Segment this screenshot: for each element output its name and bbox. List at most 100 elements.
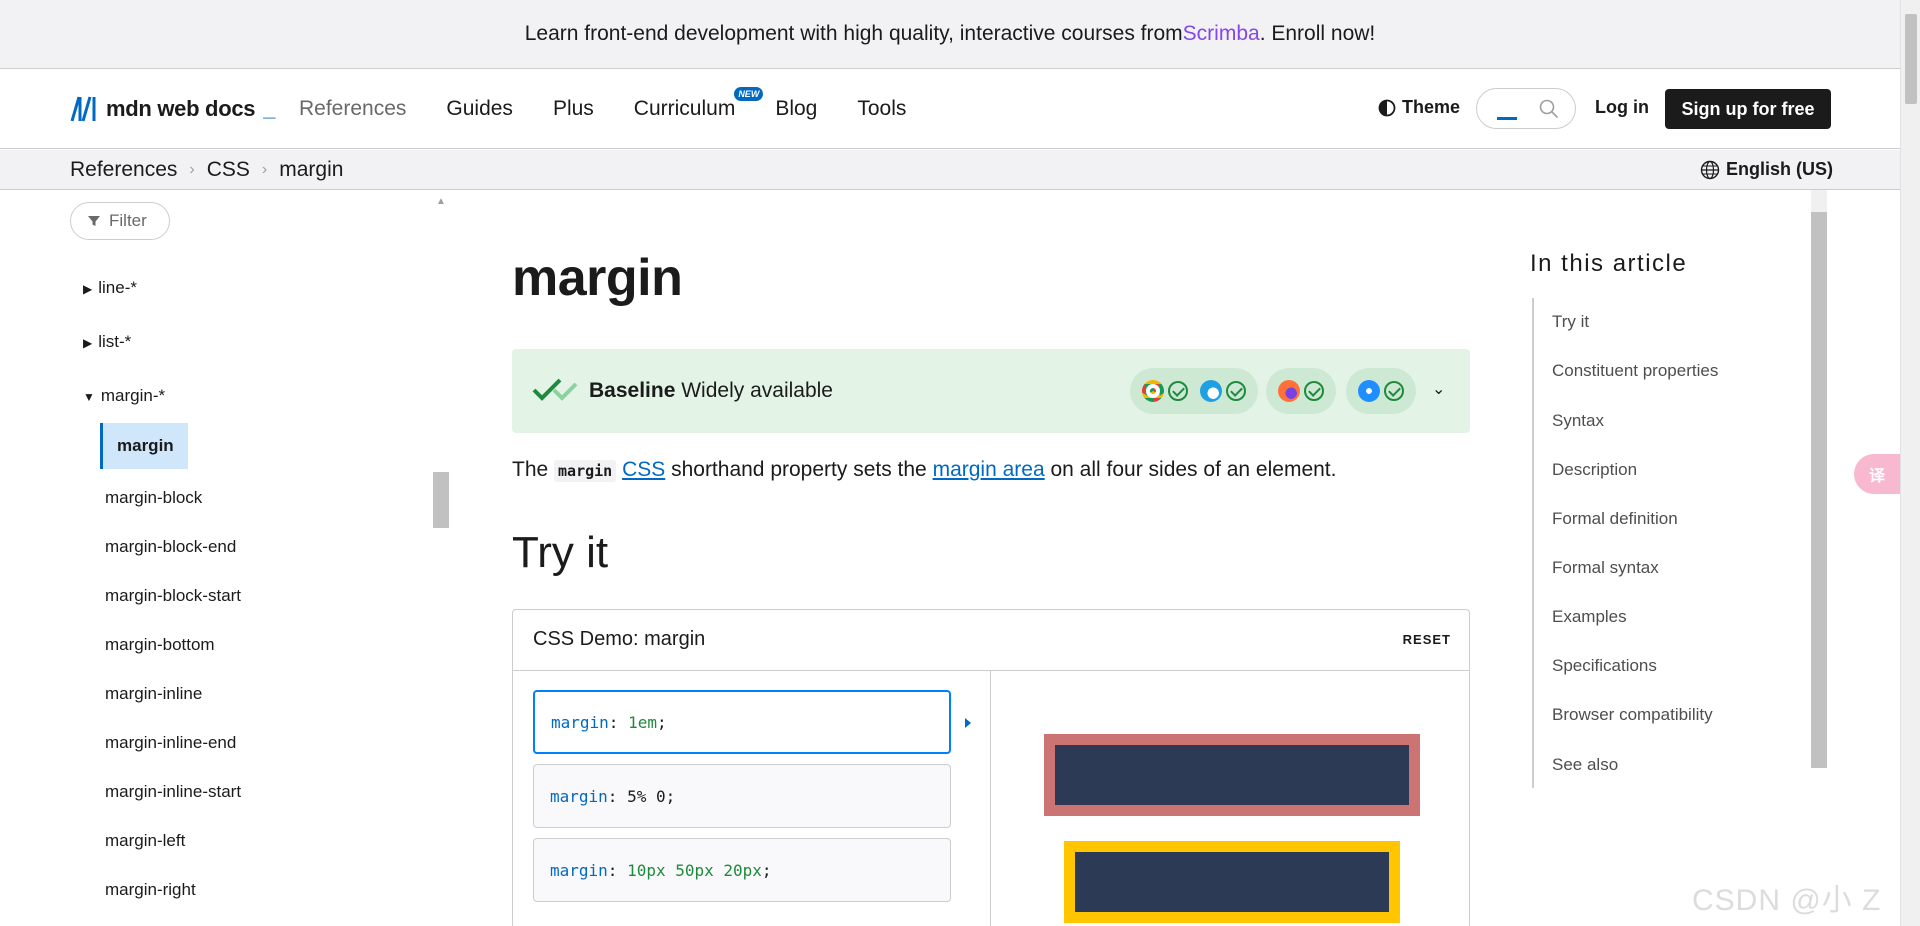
breadcrumb-margin[interactable]: margin	[279, 158, 343, 182]
collapsed-triangle-icon: ▶	[83, 282, 93, 296]
sidebar-item[interactable]: margin-block-end	[105, 537, 236, 557]
signup-button[interactable]: Sign up for free	[1665, 89, 1831, 129]
sidebar: Filter ▲ ▶ line-* ▶ list-* ▼ margin-* margi…	[0, 190, 460, 926]
sidebar-item[interactable]: margin-inline-end	[105, 733, 236, 753]
check-icon	[1168, 381, 1188, 401]
sidebar-scroll-up-icon[interactable]: ▲	[436, 196, 446, 207]
margin-area-link[interactable]: margin area	[933, 458, 1045, 481]
toc-item[interactable]: Description	[1552, 460, 1637, 480]
filter-icon	[88, 216, 100, 226]
sidebar-group-label: line-*	[98, 278, 137, 297]
sidebar-item[interactable]: margin-block	[105, 488, 202, 508]
search-cursor	[1497, 117, 1517, 120]
css-property: margin	[550, 860, 608, 880]
main-content: margin Baseline Widely available ⌄ The m…	[512, 190, 1472, 926]
toc-item[interactable]: Syntax	[1552, 411, 1604, 431]
sidebar-group-margin[interactable]: ▼ margin-*	[83, 386, 165, 406]
breadcrumb-separator: ›	[189, 161, 195, 178]
toc-item[interactable]: See also	[1552, 755, 1618, 775]
sidebar-item[interactable]: margin-left	[105, 831, 185, 851]
baseline-label: Baseline	[589, 379, 676, 402]
breadcrumb-bar: References › CSS › margin English (US)	[0, 150, 1900, 190]
scrimba-link[interactable]: Scrimba	[1183, 22, 1260, 46]
breadcrumb-css[interactable]: CSS	[207, 158, 250, 182]
sidebar-item[interactable]: margin-bottom	[105, 635, 215, 655]
css-value: 10px 50px 20px	[627, 860, 762, 880]
sidebar-scrollbar-thumb[interactable]	[433, 472, 449, 528]
expanded-triangle-icon: ▼	[83, 390, 95, 404]
promo-banner: Learn front-end development with high qu…	[0, 0, 1900, 69]
nav-curriculum[interactable]: Curriculum NEW	[634, 87, 764, 121]
lead-text: shorthand property sets the	[665, 458, 933, 481]
new-badge: NEW	[734, 87, 764, 101]
toc-item[interactable]: Examples	[1552, 607, 1627, 627]
logo-text: mdn web docs	[106, 96, 256, 121]
sidebar-item[interactable]: margin-block-start	[105, 586, 241, 606]
reset-button[interactable]: RESET	[1403, 632, 1451, 647]
inline-code: margin	[554, 460, 617, 482]
edge-icon	[1200, 380, 1222, 402]
baseline-text: Baseline Widely available	[589, 379, 833, 403]
filter-label: Filter	[109, 211, 147, 230]
browser-support-chrome-edge	[1130, 368, 1258, 414]
collapsed-triangle-icon: ▶	[83, 336, 93, 350]
breadcrumb-references[interactable]: References	[70, 158, 177, 182]
lead-paragraph: The margin CSS shorthand property sets t…	[512, 458, 1336, 482]
toc-item[interactable]: Formal syntax	[1552, 558, 1659, 578]
globe-icon	[1700, 160, 1720, 179]
contrast-icon	[1378, 99, 1396, 116]
interactive-demo: CSS Demo: margin RESET margin: 1em; marg…	[512, 609, 1470, 926]
toc-item[interactable]: Specifications	[1552, 656, 1657, 676]
sidebar-group-label: list-*	[98, 332, 132, 351]
translate-button[interactable]: 译	[1854, 454, 1900, 494]
nav-tools[interactable]: Tools	[857, 97, 906, 121]
nav-guides[interactable]: Guides	[446, 97, 513, 121]
baseline-check-icon	[532, 378, 578, 401]
sidebar-item[interactable]: margin-inline	[105, 684, 202, 704]
toc-title: In this article	[1530, 250, 1688, 277]
selected-indicator-icon	[965, 718, 971, 728]
demo-choice[interactable]: margin: 5% 0;	[533, 764, 951, 828]
search-icon[interactable]	[1539, 99, 1559, 119]
browser-support-firefox	[1266, 368, 1336, 414]
theme-toggle[interactable]: Theme	[1378, 97, 1460, 118]
baseline-banner[interactable]: Baseline Widely available ⌄	[512, 349, 1470, 433]
demo-choice-selected[interactable]: margin: 1em;	[533, 690, 951, 754]
toc-item[interactable]: Try it	[1552, 312, 1589, 332]
toc-item[interactable]: Constituent properties	[1552, 361, 1718, 381]
banner-text: Learn front-end development with high qu…	[524, 22, 1183, 45]
demo-choice[interactable]: margin: 10px 50px 20px;	[533, 838, 951, 902]
sidebar-group-line[interactable]: ▶ line-*	[83, 278, 137, 298]
sidebar-filter-button[interactable]: Filter	[70, 202, 170, 240]
try-it-heading: Try it	[512, 528, 609, 577]
toc-scrollbar-thumb[interactable]	[1811, 212, 1827, 768]
mdn-logo[interactable]: mdn web docs _	[70, 95, 275, 123]
sidebar-item[interactable]: margin-inline-start	[105, 782, 241, 802]
chrome-icon	[1142, 380, 1164, 402]
nav-references[interactable]: References	[299, 97, 406, 121]
sidebar-item[interactable]: margin-right	[105, 880, 196, 900]
nav-blog[interactable]: Blog	[775, 97, 817, 121]
page-scrollbar-thumb[interactable]	[1905, 14, 1917, 104]
table-of-contents: In this article Try it Constituent prope…	[1530, 190, 1830, 790]
css-link[interactable]: CSS	[622, 458, 665, 481]
nav-plus[interactable]: Plus	[553, 97, 594, 121]
baseline-status: Widely available	[681, 379, 833, 402]
toc-item[interactable]: Browser compatibility	[1552, 705, 1713, 725]
chevron-down-icon[interactable]: ⌄	[1432, 379, 1445, 399]
logo-underscore: _	[263, 96, 276, 121]
mdn-logo-icon	[70, 96, 96, 122]
lead-text: on all four sides of an element.	[1044, 458, 1337, 481]
css-property: margin	[551, 712, 609, 732]
demo-output-margin-box	[1064, 841, 1400, 923]
sidebar-item-margin[interactable]: margin	[100, 423, 188, 469]
safari-icon	[1358, 380, 1380, 402]
lead-text: The	[512, 458, 555, 481]
language-switcher[interactable]: English (US)	[1700, 159, 1833, 180]
page-scrollbar[interactable]	[1900, 0, 1920, 926]
search-input[interactable]	[1476, 88, 1576, 129]
check-icon	[1384, 381, 1404, 401]
toc-item[interactable]: Formal definition	[1552, 509, 1678, 529]
sidebar-group-list[interactable]: ▶ list-*	[83, 332, 131, 352]
login-link[interactable]: Log in	[1595, 97, 1649, 118]
